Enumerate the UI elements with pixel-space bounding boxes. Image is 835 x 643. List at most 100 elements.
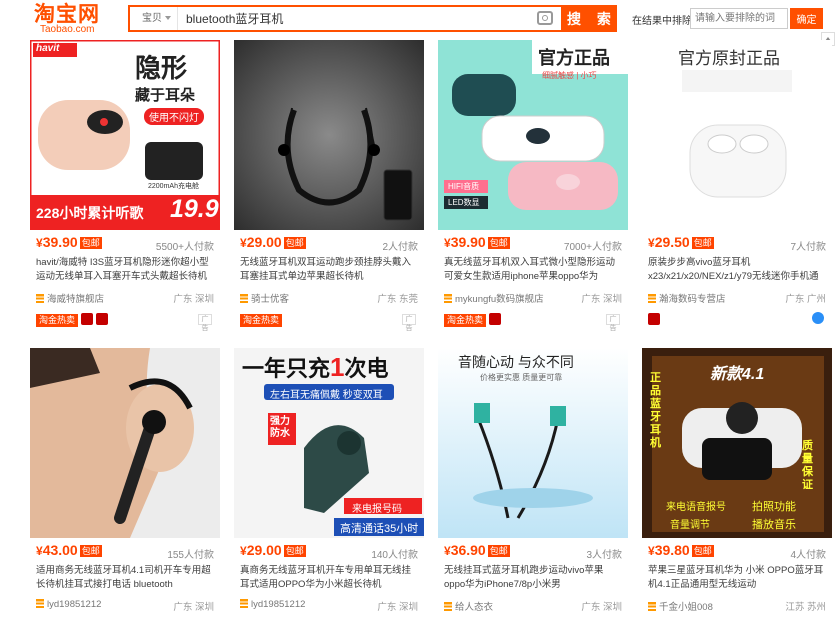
top-search-bar: 淘宝网 Taobao.com 宝贝 搜 索 在结果中排除 确定	[0, 0, 835, 40]
image-text: 来电语音报号	[666, 502, 726, 513]
image-text: 价格更实惠 质量更可靠	[480, 373, 563, 382]
product-image[interactable]	[234, 40, 424, 230]
product-card[interactable]: 一年只充1次电 左右耳无痛佩戴 秒变双耳 强力防水 来电报号码 高清通话35小时…	[234, 348, 432, 643]
ad-label: 广告	[198, 314, 212, 332]
image-text: 高清通话35小时	[340, 523, 419, 535]
badge-icon[interactable]	[489, 313, 502, 325]
image-text: LED数显	[448, 198, 480, 207]
search-scope-select[interactable]: 宝贝	[130, 7, 178, 30]
image-text: 使用不闪灯	[144, 108, 204, 125]
image-text: 藏于耳朵	[135, 87, 196, 104]
chevron-down-icon	[165, 16, 171, 20]
product-title[interactable]: 无线蓝牙耳机双耳运动跑步颈挂脖头戴入耳塞挂耳式单边苹果超长待机	[240, 256, 418, 284]
shop-link[interactable]: lyd19851212	[240, 599, 305, 610]
image-text: 一年只充1次电	[242, 352, 389, 382]
image-text: 2200mAh充电舱	[148, 183, 199, 190]
logo-subtext: Taobao.com	[40, 24, 95, 35]
image-text: 官方原封正品	[678, 49, 780, 68]
product-title[interactable]: 原装步步高vivo蓝牙耳机x23/x21/x20/NEX/z1/y79无线迷你手…	[648, 256, 826, 284]
image-text: 质量保证	[802, 440, 813, 491]
location: 广东 深圳	[581, 602, 622, 613]
product-title[interactable]: 真商务无线蓝牙耳机开车专用单耳无线挂耳式适用OPPO华为小米超长待机	[240, 564, 418, 592]
exclude-input[interactable]	[690, 8, 788, 29]
image-text: HIFI音质	[448, 182, 480, 191]
shop-link[interactable]: 骑士优客	[240, 291, 289, 305]
product-image[interactable]: 音随心动 与众不同 价格更实惠 质量更可靠	[438, 348, 628, 538]
taobao-logo[interactable]: 淘宝网 Taobao.com	[34, 3, 104, 35]
image-text: 细腻触感 | 小巧	[542, 71, 597, 80]
tag-row: 淘金热卖 广告	[240, 312, 420, 332]
price: ¥29.00 包邮	[240, 542, 306, 558]
ad-label: 广告	[606, 314, 620, 332]
location: 广东 广州	[785, 294, 826, 305]
product-image[interactable]	[30, 348, 220, 538]
promo-tag[interactable]: 淘金热卖	[36, 314, 79, 327]
image-text: 来电报号码	[352, 504, 402, 515]
sales-count: 5500+人付款	[155, 242, 214, 253]
badge-icon[interactable]	[96, 313, 109, 325]
location: 广东 东莞	[377, 294, 418, 305]
search-button[interactable]: 搜 索	[561, 5, 617, 32]
sales-count: 140人付款	[371, 550, 418, 561]
image-text: 正品蓝牙耳机	[650, 372, 661, 449]
image-text: 隐形	[135, 53, 188, 83]
product-image[interactable]: 官方原封正品	[642, 40, 832, 230]
camera-icon[interactable]	[537, 11, 553, 25]
price: ¥39.80 包邮	[648, 542, 714, 558]
badge-icon[interactable]	[81, 313, 94, 325]
shop-icon	[240, 599, 248, 608]
product-image[interactable]: 官方正品 细腻触感 | 小巧 HIFI音质 LED数显	[438, 40, 628, 230]
shop-link[interactable]: 海威特旗舰店	[36, 291, 104, 305]
shop-icon	[36, 599, 44, 608]
product-card[interactable]: 音随心动 与众不同 价格更实惠 质量更可靠 ¥36.90 包邮 3人付款 无线挂耳…	[438, 348, 636, 643]
shop-icon	[648, 294, 656, 303]
product-title[interactable]: 苹果三星蓝牙耳机华为 小米 OPPO蓝牙耳机4.1正品通用型无线运动	[648, 564, 826, 592]
product-card[interactable]: ¥43.00 包邮 155人付款 适用商务无线蓝牙耳机4.1司机开车专用超长待机挂…	[30, 348, 228, 643]
sales-count: 2人付款	[382, 242, 418, 253]
price: ¥39.90 包邮	[444, 234, 510, 250]
sales-count: 7000+人付款	[563, 242, 622, 253]
search-box: 宝贝 搜 索	[128, 5, 617, 32]
location: 广东 深圳	[173, 294, 214, 305]
price: ¥29.50 包邮	[648, 234, 714, 250]
brand-logo: havit	[36, 43, 60, 54]
product-title[interactable]: 真无线蓝牙耳机双入耳式微小型隐形运动可爱女生款适用iphone苹果oppo华为	[444, 256, 622, 284]
product-image[interactable]: 新款4.1 正品蓝牙耳机 质量保证 来电语音报号 音量调节 拍照功能 播放音乐	[642, 348, 832, 538]
search-input[interactable]	[186, 7, 526, 30]
image-text: 音随心动 与众不同	[458, 354, 574, 370]
wangwang-icon[interactable]	[812, 312, 824, 324]
product-title[interactable]: havit/海威特 I3S蓝牙耳机隐形迷你超小型运动无线单耳入耳塞开车式头戴超长…	[36, 256, 214, 284]
shop-link[interactable]: lyd19851212	[36, 599, 101, 610]
product-card[interactable]: ¥29.00 包邮 2人付款 无线蓝牙耳机双耳运动跑步颈挂脖头戴入耳塞挂耳式单边苹…	[234, 40, 432, 335]
tag-row	[648, 312, 828, 326]
product-image[interactable]: havit 隐形 藏于耳朵 使用不闪灯 2200mAh充电舱 228小时累计听歌…	[30, 40, 220, 230]
shop-link[interactable]: mykungfu数码旗舰店	[444, 291, 544, 305]
product-card[interactable]: 新款4.1 正品蓝牙耳机 质量保证 来电语音报号 音量调节 拍照功能 播放音乐 …	[642, 348, 835, 643]
badge-icon[interactable]	[648, 313, 660, 325]
exclude-label: 在结果中排除	[632, 16, 692, 27]
shop-link[interactable]: 千金小姐008	[648, 599, 713, 613]
product-image[interactable]: 一年只充1次电 左右耳无痛佩戴 秒变双耳 强力防水 来电报号码 高清通话35小时	[234, 348, 424, 538]
product-title[interactable]: 适用商务无线蓝牙耳机4.1司机开车专用超长待机挂耳式接打电话 bluetooth	[36, 564, 214, 592]
product-card[interactable]: 官方正品 细腻触感 | 小巧 HIFI音质 LED数显 ¥39.90 包邮 700…	[438, 40, 636, 335]
product-card[interactable]: 官方原封正品 ¥29.50 包邮 7人付款 原装步步高vivo蓝牙耳机x23/x2…	[642, 40, 835, 335]
location: 广东 深圳	[581, 294, 622, 305]
exclude-confirm-button[interactable]: 确定	[790, 8, 823, 29]
shop-icon	[240, 294, 248, 303]
sales-count: 155人付款	[167, 550, 214, 561]
shop-link[interactable]: 给人态衣	[444, 599, 493, 613]
price: ¥39.90 包邮	[36, 234, 102, 250]
image-text: 左右耳无痛佩戴 秒变双耳	[270, 390, 383, 401]
image-text: 228小时累计听歌	[36, 205, 144, 221]
sales-count: 4人付款	[790, 550, 826, 561]
promo-tag[interactable]: 淘金热卖	[444, 314, 487, 327]
shop-link[interactable]: 瀚海数码专营店	[648, 291, 726, 305]
shop-icon	[444, 294, 452, 303]
shop-icon	[36, 294, 44, 303]
location: 广东 深圳	[173, 602, 214, 613]
product-title[interactable]: 无线挂耳式蓝牙耳机跑步运动vivo苹果oppo华为iPhone7/8p小米男	[444, 564, 622, 592]
promo-tag[interactable]: 淘金热卖	[240, 314, 283, 327]
product-card[interactable]: havit 隐形 藏于耳朵 使用不闪灯 2200mAh充电舱 228小时累计听歌…	[30, 40, 228, 335]
tag-row: 淘金热卖 广告	[36, 312, 216, 332]
price: ¥36.90 包邮	[444, 542, 510, 558]
